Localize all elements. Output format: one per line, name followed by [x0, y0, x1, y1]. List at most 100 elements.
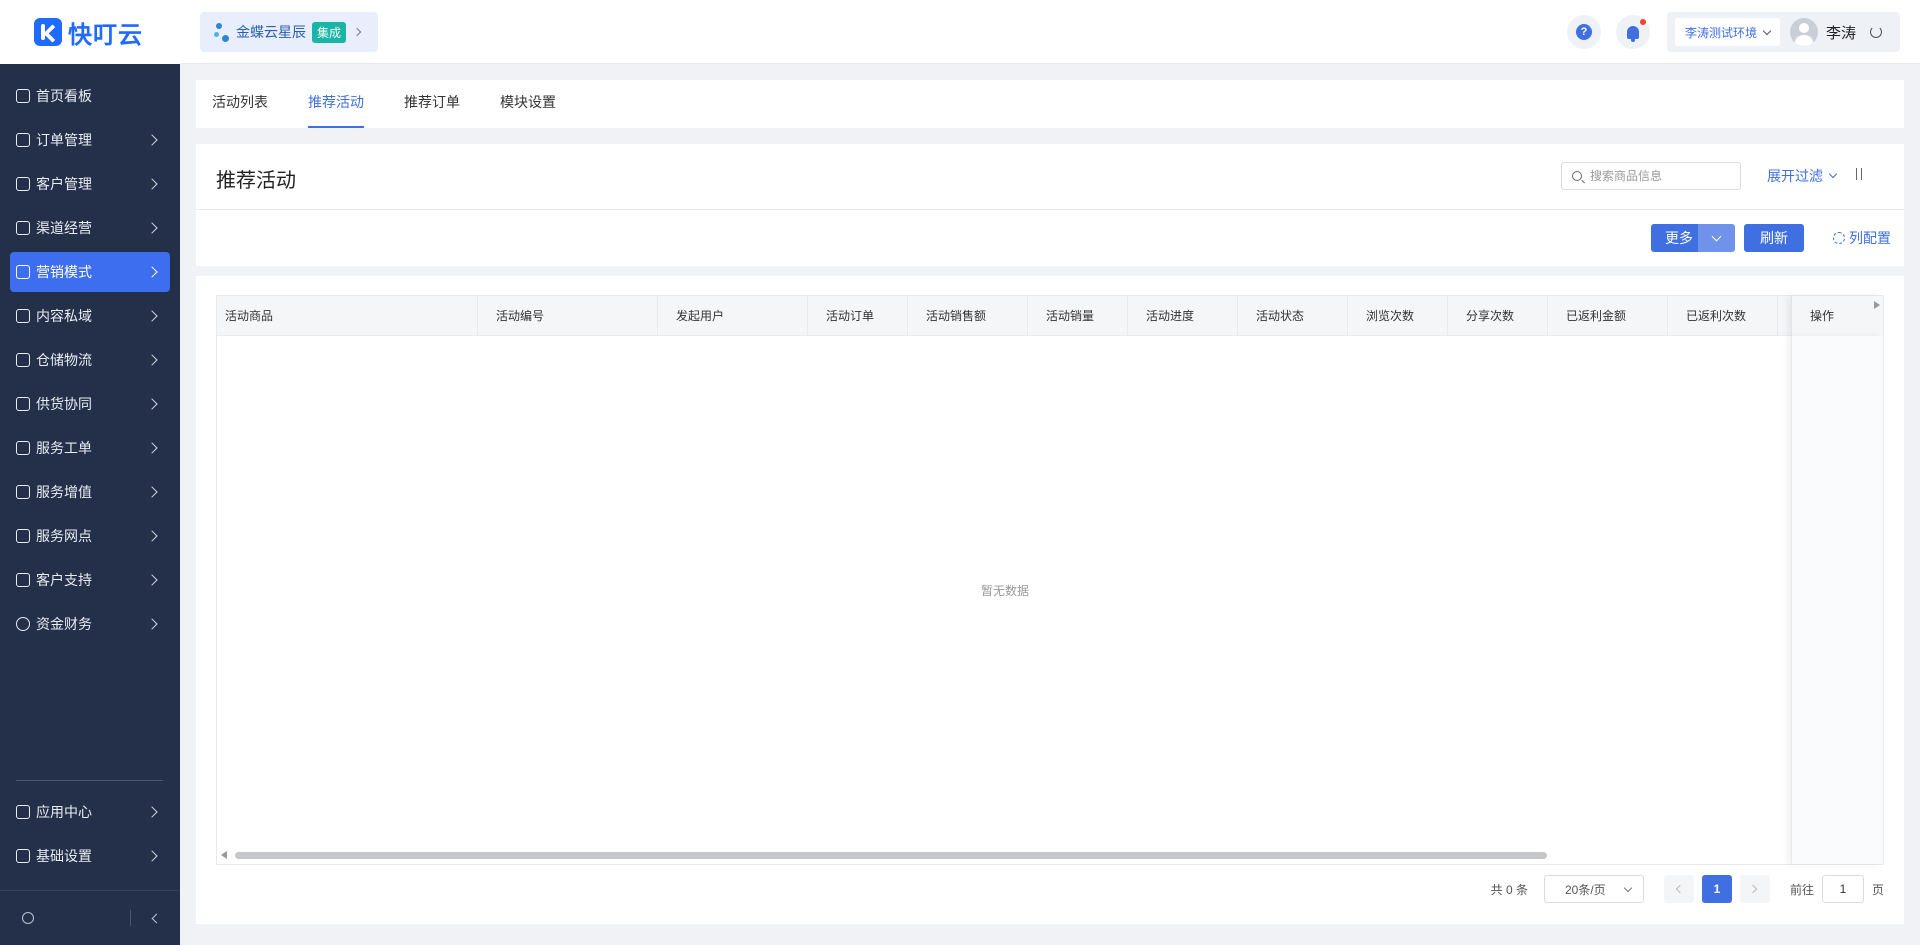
notification-dot — [1640, 19, 1646, 25]
sidebar-item-service-tickets[interactable]: 服务工单 — [10, 428, 170, 468]
sidebar-item-label: 资金财务 — [36, 616, 92, 632]
column-config-button[interactable]: 列配置 — [1833, 228, 1891, 248]
page-size-value: 20条/页 — [1564, 882, 1606, 897]
page-size-select[interactable]: 20条/页 — [1543, 875, 1644, 903]
sidebar-item-label: 应用中心 — [36, 804, 92, 820]
sidebar-item-marketing[interactable]: 营销模式 — [10, 252, 170, 292]
logo[interactable]: 快叮云 — [0, 0, 180, 64]
sidebar-item-service-points[interactable]: 服务网点 — [10, 516, 170, 556]
support-icon — [16, 573, 30, 587]
column-header[interactable]: 已返利金额 — [1548, 296, 1668, 335]
sidebar-item-channels[interactable]: 渠道经营 — [10, 208, 170, 248]
column-header[interactable]: 活动编号 — [478, 296, 658, 335]
box-icon — [16, 353, 30, 367]
clipboard-icon — [16, 133, 30, 147]
search-input[interactable] — [1590, 169, 1730, 183]
chevron-right-icon — [146, 530, 158, 542]
tab-activity-list[interactable]: 活动列表 — [212, 80, 268, 128]
app-name: 快叮云 — [68, 21, 143, 49]
chevron-right-icon — [146, 806, 158, 818]
column-header[interactable]: 活动订单 — [808, 296, 908, 335]
footer-divider — [130, 910, 131, 926]
column-header[interactable]: 活动状态 — [1238, 296, 1348, 335]
tenant-name: 金蝶云星辰 — [236, 24, 306, 40]
more-dropdown-toggle[interactable] — [1698, 224, 1735, 252]
chevron-right-icon — [146, 618, 158, 630]
help-button[interactable]: ? — [1567, 15, 1601, 49]
sidebar-item-basic-settings[interactable]: 基础设置 — [10, 836, 170, 876]
gear-icon — [1833, 232, 1845, 244]
page-number[interactable]: 1 — [1701, 875, 1732, 903]
tab-recommended-orders[interactable]: 推荐订单 — [404, 80, 460, 128]
scroll-right-icon[interactable] — [1874, 301, 1880, 309]
sidebar-item-label: 订单管理 — [36, 132, 92, 148]
sort-icon[interactable] — [1853, 168, 1865, 182]
sliders-icon — [16, 849, 30, 863]
column-config-label: 列配置 — [1849, 230, 1891, 246]
sidebar-item-dashboard[interactable]: 首页看板 — [10, 76, 170, 116]
prev-page-button[interactable] — [1663, 875, 1694, 903]
goto-page: 前往 页 — [1790, 875, 1884, 903]
sidebar-item-finance[interactable]: 资金财务 — [10, 604, 170, 644]
column-header[interactable]: 活动销售额 — [908, 296, 1028, 335]
chevron-right-icon — [146, 134, 158, 146]
notification-button[interactable] — [1616, 15, 1650, 49]
sidebar-item-label: 客户支持 — [36, 572, 92, 588]
action-column-header: 操作 — [1791, 296, 1883, 336]
refresh-button[interactable]: 刷新 — [1744, 224, 1804, 252]
page-header: 推荐活动 展开过滤 — [196, 144, 1904, 210]
sidebar-item-label: 首页看板 — [36, 88, 92, 104]
username[interactable]: 李涛 — [1826, 22, 1856, 43]
settings-icon[interactable] — [22, 912, 34, 924]
chevron-right-icon — [146, 398, 158, 410]
sidebar-item-content[interactable]: 内容私域 — [10, 296, 170, 336]
column-header[interactable]: 已返利次数 — [1668, 296, 1778, 335]
avatar[interactable] — [1790, 18, 1819, 46]
user-share-icon — [16, 397, 30, 411]
sidebar-item-supply[interactable]: 供货协同 — [10, 384, 170, 424]
tab-recommended-activities[interactable]: 推荐活动 — [308, 80, 364, 128]
column-header[interactable]: 发起用户 — [658, 296, 808, 335]
sidebar-item-service-addons[interactable]: 服务增值 — [10, 472, 170, 512]
goto-page-input[interactable] — [1821, 875, 1864, 903]
sidebar-item-label: 仓储物流 — [36, 352, 92, 368]
store-icon — [16, 529, 30, 543]
collapse-sidebar-icon[interactable] — [151, 913, 162, 923]
column-header[interactable]: 活动商品 — [217, 296, 478, 335]
environment-label: 李涛测试环境 — [1685, 25, 1758, 40]
sidebar-item-orders[interactable]: 订单管理 — [10, 120, 170, 160]
home-icon — [16, 89, 30, 103]
column-header[interactable]: 分享次数 — [1448, 296, 1548, 335]
sidebar-item-label: 渠道经营 — [36, 220, 92, 236]
column-header[interactable]: 活动销量 — [1028, 296, 1128, 335]
refresh-icon[interactable] — [1870, 26, 1883, 38]
sidebar-item-support[interactable]: 客户支持 — [10, 560, 170, 600]
tab-module-settings[interactable]: 模块设置 — [500, 80, 556, 128]
scrollbar-thumb[interactable] — [235, 852, 1547, 859]
chevron-down-icon — [1762, 26, 1772, 35]
environment-select[interactable]: 李涛测试环境 — [1675, 18, 1781, 46]
bell-icon — [1627, 25, 1639, 42]
chevron-right-icon — [146, 354, 158, 366]
chevron-right-icon — [146, 486, 158, 498]
column-header[interactable]: 浏览次数 — [1348, 296, 1448, 335]
sidebar-item-label: 客户管理 — [36, 176, 92, 192]
horizontal-scrollbar[interactable] — [217, 846, 1793, 864]
sidebar-item-app-center[interactable]: 应用中心 — [10, 792, 170, 832]
integration-badge: 集成 — [312, 21, 347, 43]
expand-filter-button[interactable]: 展开过滤 — [1767, 166, 1838, 186]
more-button[interactable]: 更多 — [1651, 224, 1735, 252]
top-header: 金蝶云星辰 集成 ? 李涛测试环境 李涛 — [180, 0, 1920, 64]
toolbar: 更多 刷新 列配置 — [196, 210, 1904, 266]
sidebar-nav: 首页看板 订单管理 客户管理 渠道经营 营销模式 内容私域 仓储物流 供货协同 … — [0, 64, 180, 644]
next-page-button[interactable] — [1739, 875, 1770, 903]
tenant-switcher[interactable]: 金蝶云星辰 集成 — [200, 12, 378, 52]
sidebar-item-customers[interactable]: 客户管理 — [10, 164, 170, 204]
chevron-right-icon — [146, 310, 158, 322]
chevron-right-icon — [352, 27, 362, 37]
chevron-left-icon — [1676, 884, 1685, 894]
help-icon: ? — [1576, 24, 1592, 40]
sidebar-item-warehouse[interactable]: 仓储物流 — [10, 340, 170, 380]
scroll-left-icon[interactable] — [221, 851, 227, 859]
column-header[interactable]: 活动进度 — [1128, 296, 1238, 335]
